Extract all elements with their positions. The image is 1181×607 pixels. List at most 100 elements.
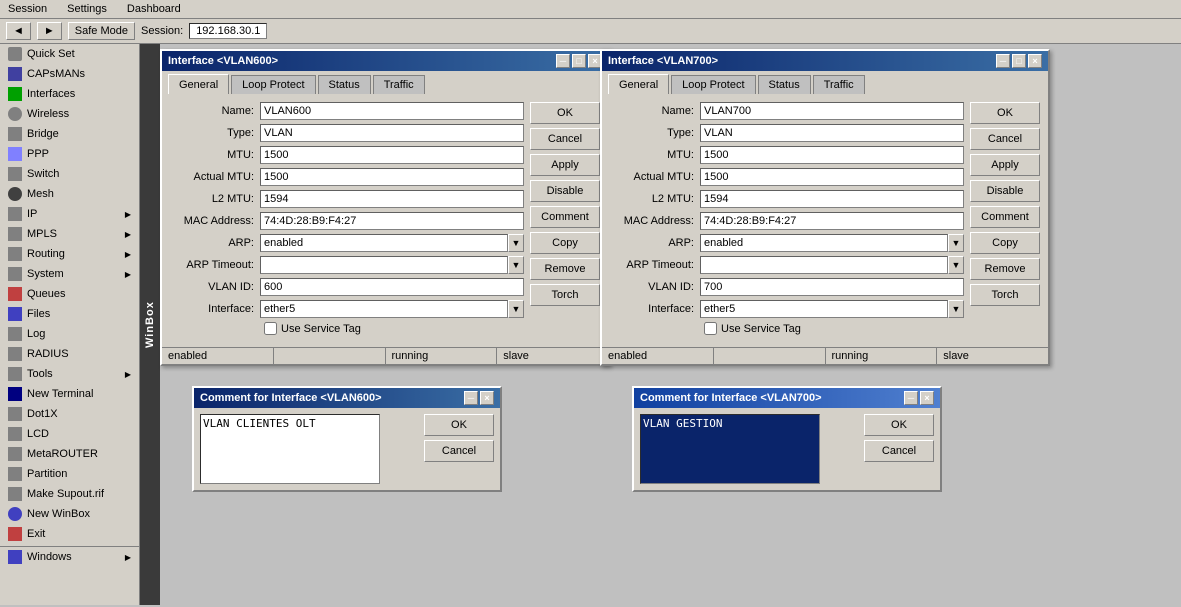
vlan700-minimize-btn[interactable]: ─ <box>996 54 1010 68</box>
vlan600-l2-mtu-input[interactable] <box>260 190 524 208</box>
vlan700-name-input[interactable] <box>700 102 964 120</box>
comment-vlan600-cancel-btn[interactable]: Cancel <box>424 440 494 462</box>
menu-session[interactable]: Session <box>4 2 51 16</box>
vlan600-mtu-input[interactable] <box>260 146 524 164</box>
vlan600-vlan-id-input[interactable] <box>260 278 524 296</box>
comment-vlan700-ok-btn[interactable]: OK <box>864 414 934 436</box>
vlan600-copy-btn[interactable]: Copy <box>530 232 600 254</box>
vlan600-interface-dropdown[interactable]: ▼ <box>508 300 524 318</box>
vlan700-apply-btn[interactable]: Apply <box>970 154 1040 176</box>
comment-vlan600-ok-btn[interactable]: OK <box>424 414 494 436</box>
vlan600-torch-btn[interactable]: Torch <box>530 284 600 306</box>
vlan600-cancel-btn[interactable]: Cancel <box>530 128 600 150</box>
comment-vlan700-close-btn[interactable]: × <box>920 391 934 405</box>
vlan600-mac-input[interactable] <box>260 212 524 230</box>
vlan700-interface-input[interactable] <box>700 300 948 318</box>
vlan600-minimize-btn[interactable]: ─ <box>556 54 570 68</box>
sidebar-item-wireless[interactable]: Wireless <box>0 104 139 124</box>
sidebar-item-switch[interactable]: Switch <box>0 164 139 184</box>
sidebar-item-partition[interactable]: Partition <box>0 464 139 484</box>
sidebar-item-tools[interactable]: Tools ▶ <box>0 364 139 384</box>
sidebar-item-mesh[interactable]: Mesh <box>0 184 139 204</box>
vlan600-arp-dropdown[interactable]: ▼ <box>508 234 524 252</box>
vlan700-type-input[interactable] <box>700 124 964 142</box>
sidebar-item-dot1x[interactable]: Dot1X <box>0 404 139 424</box>
vlan700-arp-input[interactable] <box>700 234 948 252</box>
sidebar-item-queues[interactable]: Queues <box>0 284 139 304</box>
menu-settings[interactable]: Settings <box>63 2 111 16</box>
vlan700-tab-traffic[interactable]: Traffic <box>813 75 865 94</box>
vlan600-remove-btn[interactable]: Remove <box>530 258 600 280</box>
sidebar-item-make-supout[interactable]: Make Supout.rif <box>0 484 139 504</box>
vlan700-vlan-id-input[interactable] <box>700 278 964 296</box>
vlan600-comment-btn[interactable]: Comment <box>530 206 600 228</box>
vlan700-service-tag-checkbox[interactable] <box>704 322 717 335</box>
sidebar-item-lcd[interactable]: LCD <box>0 424 139 444</box>
comment-vlan600-close-btn[interactable]: × <box>480 391 494 405</box>
sidebar-item-files[interactable]: Files <box>0 304 139 324</box>
sidebar-item-system[interactable]: System ▶ <box>0 264 139 284</box>
vlan600-disable-btn[interactable]: Disable <box>530 180 600 202</box>
vlan700-actual-mtu-input[interactable] <box>700 168 964 186</box>
vlan700-l2-mtu-input[interactable] <box>700 190 964 208</box>
vlan600-name-input[interactable] <box>260 102 524 120</box>
vlan600-maximize-btn[interactable]: □ <box>572 54 586 68</box>
safe-mode-button[interactable]: Safe Mode <box>68 22 135 40</box>
vlan600-ok-btn[interactable]: OK <box>530 102 600 124</box>
comment-vlan700-titlebar[interactable]: Comment for Interface <VLAN700> ─ × <box>634 388 940 408</box>
sidebar-item-ppp[interactable]: PPP <box>0 144 139 164</box>
sidebar-item-capsman[interactable]: CAPsMANs <box>0 64 139 84</box>
vlan600-type-input[interactable] <box>260 124 524 142</box>
vlan700-ok-btn[interactable]: OK <box>970 102 1040 124</box>
sidebar-item-new-winbox[interactable]: New WinBox <box>0 504 139 524</box>
vlan700-disable-btn[interactable]: Disable <box>970 180 1040 202</box>
comment-vlan700-cancel-btn[interactable]: Cancel <box>864 440 934 462</box>
vlan700-tab-status[interactable]: Status <box>758 75 811 94</box>
vlan700-mtu-input[interactable] <box>700 146 964 164</box>
vlan700-arp-timeout-input[interactable] <box>700 256 948 274</box>
sidebar-item-quick-set[interactable]: Quick Set <box>0 44 139 64</box>
comment-vlan600-minimize-btn[interactable]: ─ <box>464 391 478 405</box>
vlan700-cancel-btn[interactable]: Cancel <box>970 128 1040 150</box>
vlan600-arp-timeout-input[interactable] <box>260 256 508 274</box>
sidebar-item-metarouter[interactable]: MetaROUTER <box>0 444 139 464</box>
vlan600-interface-input[interactable] <box>260 300 508 318</box>
vlan700-mac-input[interactable] <box>700 212 964 230</box>
sidebar-item-log[interactable]: Log <box>0 324 139 344</box>
vlan600-service-tag-checkbox[interactable] <box>264 322 277 335</box>
vlan700-torch-btn[interactable]: Torch <box>970 284 1040 306</box>
vlan600-tab-traffic[interactable]: Traffic <box>373 75 425 94</box>
comment-vlan600-titlebar[interactable]: Comment for Interface <VLAN600> ─ × <box>194 388 500 408</box>
vlan600-titlebar[interactable]: Interface <VLAN600> ─ □ × <box>162 51 608 71</box>
vlan600-arp-input[interactable] <box>260 234 508 252</box>
vlan700-remove-btn[interactable]: Remove <box>970 258 1040 280</box>
sidebar-item-mpls[interactable]: MPLS ▶ <box>0 224 139 244</box>
vlan600-tab-loop-protect[interactable]: Loop Protect <box>231 75 315 94</box>
sidebar-item-new-terminal[interactable]: New Terminal <box>0 384 139 404</box>
sidebar-item-radius[interactable]: RADIUS <box>0 344 139 364</box>
back-button[interactable]: ◄ <box>6 22 31 40</box>
vlan600-tab-status[interactable]: Status <box>318 75 371 94</box>
vlan600-apply-btn[interactable]: Apply <box>530 154 600 176</box>
comment-vlan700-textarea[interactable]: VLAN GESTION <box>640 414 820 484</box>
vlan600-actual-mtu-input[interactable] <box>260 168 524 186</box>
vlan700-arp-dropdown[interactable]: ▼ <box>948 234 964 252</box>
comment-vlan700-minimize-btn[interactable]: ─ <box>904 391 918 405</box>
vlan700-maximize-btn[interactable]: □ <box>1012 54 1026 68</box>
vlan700-comment-btn[interactable]: Comment <box>970 206 1040 228</box>
forward-button[interactable]: ► <box>37 22 62 40</box>
vlan700-close-btn[interactable]: × <box>1028 54 1042 68</box>
vlan700-interface-dropdown[interactable]: ▼ <box>948 300 964 318</box>
sidebar-item-routing[interactable]: Routing ▶ <box>0 244 139 264</box>
sidebar-item-exit[interactable]: Exit <box>0 524 139 544</box>
vlan700-arp-timeout-dropdown[interactable]: ▼ <box>948 256 964 274</box>
sidebar-item-ip[interactable]: IP ▶ <box>0 204 139 224</box>
vlan700-tab-general[interactable]: General <box>608 74 669 94</box>
vlan700-titlebar[interactable]: Interface <VLAN700> ─ □ × <box>602 51 1048 71</box>
vlan600-tab-general[interactable]: General <box>168 74 229 94</box>
vlan700-copy-btn[interactable]: Copy <box>970 232 1040 254</box>
comment-vlan600-textarea[interactable]: VLAN CLIENTES OLT <box>200 414 380 484</box>
menu-dashboard[interactable]: Dashboard <box>123 2 185 16</box>
vlan700-tab-loop-protect[interactable]: Loop Protect <box>671 75 755 94</box>
sidebar-item-interfaces[interactable]: Interfaces <box>0 84 139 104</box>
